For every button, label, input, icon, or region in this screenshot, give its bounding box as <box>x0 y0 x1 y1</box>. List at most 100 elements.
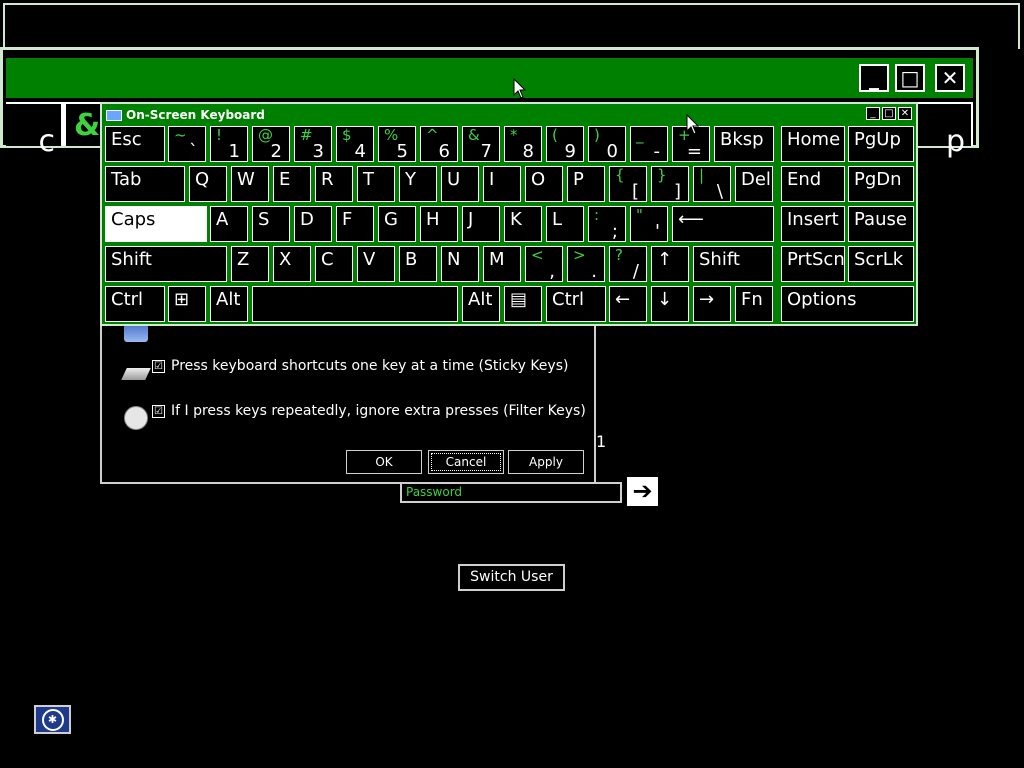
osk-key-5[interactable]: % 5 <box>378 126 416 162</box>
background-window-titlebar[interactable] <box>6 58 973 98</box>
background-key[interactable]: c <box>6 104 61 159</box>
osk-minimize-icon[interactable]: _ <box>866 107 880 120</box>
osk-key-[interactable]: → <box>693 286 731 322</box>
osk-key-p[interactable]: P <box>567 166 605 202</box>
osk-key-7[interactable]: & 7 <box>462 126 500 162</box>
osk-key-caps[interactable]: Caps <box>105 206 207 242</box>
maximize-icon[interactable]: □ <box>895 64 925 92</box>
osk-key-o[interactable]: O <box>525 166 563 202</box>
minimize-icon[interactable]: _ <box>859 64 889 92</box>
osk-close-icon[interactable]: ✕ <box>898 107 912 120</box>
osk-key-esc[interactable]: Esc <box>105 126 165 162</box>
osk-titlebar[interactable]: On-Screen Keyboard <box>106 106 265 124</box>
osk-key-pause[interactable]: Pause <box>848 206 914 242</box>
osk-maximize-icon[interactable]: □ <box>882 107 896 120</box>
osk-key-[interactable]: ↑ <box>651 246 689 282</box>
osk-key-m[interactable]: M <box>483 246 521 282</box>
osk-key-c[interactable]: C <box>315 246 353 282</box>
osk-key-[interactable]: ▤ <box>504 286 542 322</box>
osk-key-w[interactable]: W <box>231 166 269 202</box>
osk-key-r[interactable]: R <box>315 166 353 202</box>
osk-key-'[interactable]: " ' <box>630 206 668 242</box>
osk-key-l[interactable]: L <box>546 206 584 242</box>
osk-key-,[interactable]: <, <box>525 246 563 282</box>
osk-key-d[interactable]: D <box>294 206 332 242</box>
osk-key-[[interactable]: {[ <box>609 166 647 202</box>
osk-key-4[interactable]: $4 <box>336 126 374 162</box>
close-icon[interactable]: ✕ <box>935 64 965 92</box>
osk-key-space[interactable] <box>252 286 458 322</box>
osk-key-\[interactable]: | \ <box>693 166 731 202</box>
osk-key-2[interactable]: @2 <box>252 126 290 162</box>
osk-key-j[interactable]: J <box>462 206 500 242</box>
osk-key-del[interactable]: Del <box>735 166 773 202</box>
osk-key-b[interactable]: B <box>399 246 437 282</box>
osk-key-z[interactable]: Z <box>231 246 269 282</box>
background-key[interactable]: & <box>66 104 104 146</box>
osk-key-shift[interactable]: Shift <box>105 246 227 282</box>
osk-key-3[interactable]: #3 <box>294 126 332 162</box>
osk-key-n[interactable]: N <box>441 246 479 282</box>
osk-key-h[interactable]: H <box>420 206 458 242</box>
osk-key-u[interactable]: U <box>441 166 479 202</box>
osk-key-[interactable]: ↓ <box>651 286 689 322</box>
osk-key-i[interactable]: I <box>483 166 521 202</box>
osk-key-label: C <box>321 249 334 270</box>
osk-key-8[interactable]: * 8 <box>504 126 542 162</box>
osk-key-[interactable]: ⊞ <box>168 286 206 322</box>
osk-key-options[interactable]: Options <box>781 286 914 322</box>
background-key[interactable]: p <box>917 104 971 159</box>
osk-key-e[interactable]: E <box>273 166 311 202</box>
filter-keys-option[interactable]: ☑ If I press keys repeatedly, ignore ext… <box>152 403 586 419</box>
osk-key-6[interactable]: ^ 6 <box>420 126 458 162</box>
osk-key-y[interactable]: Y <box>399 166 437 202</box>
osk-key-alt[interactable]: Alt <box>462 286 500 322</box>
osk-key-/[interactable]: ? / <box>609 246 647 282</box>
osk-key-9[interactable]: (9 <box>546 126 584 162</box>
filter-keys-checkbox[interactable]: ☑ <box>152 404 165 418</box>
osk-key-1[interactable]: ! 1 <box>210 126 248 162</box>
osk-key-home[interactable]: Home <box>781 126 845 162</box>
osk-key-f[interactable]: F <box>336 206 374 242</box>
osk-key-s[interactable]: S <box>252 206 290 242</box>
osk-key-end[interactable]: End <box>781 166 845 202</box>
ok-button[interactable]: OK <box>346 450 422 474</box>
osk-key-;[interactable]: :; <box>588 206 626 242</box>
osk-key-pgdn[interactable]: PgDn <box>848 166 914 202</box>
osk-key-x[interactable]: X <box>273 246 311 282</box>
osk-key-`[interactable]: ~ ` <box>168 126 206 162</box>
osk-key-[interactable]: ← <box>609 286 647 322</box>
osk-key-k[interactable]: K <box>504 206 542 242</box>
switch-user-button[interactable]: Switch User <box>458 564 565 591</box>
osk-key--[interactable]: _ - <box>630 126 668 162</box>
osk-key-ctrl[interactable]: Ctrl <box>105 286 165 322</box>
submit-arrow-button[interactable]: ➔ <box>627 477 658 506</box>
ease-of-access-button[interactable]: ✱ <box>34 705 71 734</box>
osk-key-bksp[interactable]: Bksp <box>714 126 774 162</box>
osk-key-0[interactable]: ) 0 <box>588 126 626 162</box>
apply-button[interactable]: Apply <box>508 450 584 474</box>
osk-key-a[interactable]: A <box>210 206 248 242</box>
osk-key-[interactable]: ⟵ <box>672 206 774 242</box>
osk-key-][interactable]: }] <box>651 166 689 202</box>
osk-key-pgup[interactable]: PgUp <box>848 126 914 162</box>
osk-key-shift[interactable]: Shift <box>693 246 773 282</box>
password-field[interactable]: Password <box>400 482 622 503</box>
osk-key-ctrl[interactable]: Ctrl <box>546 286 606 322</box>
osk-key-g[interactable]: G <box>378 206 416 242</box>
osk-key-label: ] <box>673 181 681 202</box>
osk-key-.[interactable]: >. <box>567 246 605 282</box>
osk-key-prtscn[interactable]: PrtScn <box>781 246 845 282</box>
cancel-button[interactable]: Cancel <box>428 450 504 474</box>
osk-key-v[interactable]: V <box>357 246 395 282</box>
osk-key-insert[interactable]: Insert <box>781 206 845 242</box>
osk-key-scrlk[interactable]: ScrLk <box>848 246 914 282</box>
osk-key-q[interactable]: Q <box>189 166 227 202</box>
osk-key-tab[interactable]: Tab <box>105 166 185 202</box>
sticky-keys-option[interactable]: ☑ Press keyboard shortcuts one key at a … <box>152 358 568 374</box>
osk-key-alt[interactable]: Alt <box>210 286 248 322</box>
osk-key-label: F <box>342 209 353 230</box>
osk-key-t[interactable]: T <box>357 166 395 202</box>
sticky-keys-checkbox[interactable]: ☑ <box>152 359 165 373</box>
osk-key-fn[interactable]: Fn <box>735 286 773 322</box>
